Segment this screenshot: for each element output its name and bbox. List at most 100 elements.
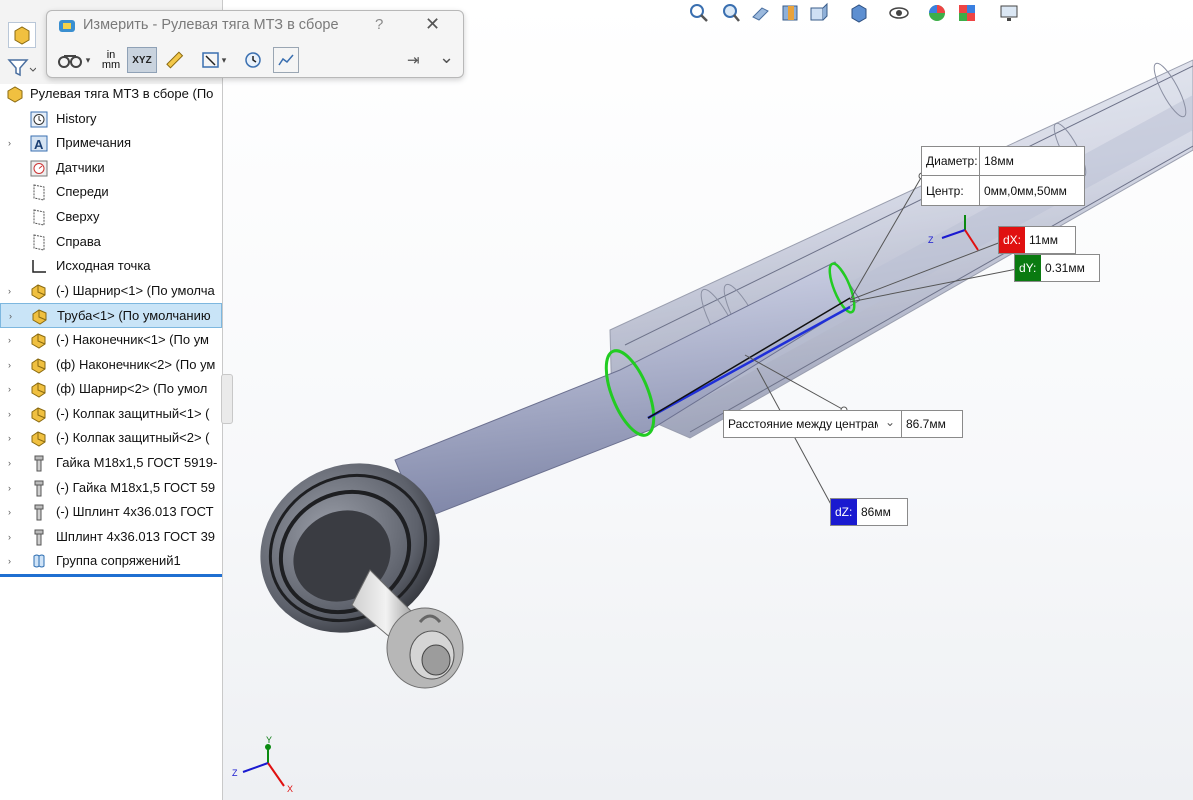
- mates-icon: [33, 554, 45, 568]
- center-value: 0мм,0мм,50мм: [984, 183, 1067, 198]
- tree-item[interactable]: › (-) Наконечник<1> (По ум: [0, 328, 222, 353]
- tree-root-label: Рулевая тяга МТЗ в сборе (По: [30, 86, 214, 101]
- annotations-icon: A: [30, 135, 48, 152]
- measure-history-button[interactable]: [239, 47, 267, 73]
- tree-item-label: Справа: [56, 233, 101, 249]
- tree-item-label: (-) Шплинт 4х36.013 ГОСТ: [56, 504, 214, 520]
- tree-item[interactable]: Датчики: [0, 156, 222, 181]
- feature-manager-tab[interactable]: [8, 22, 36, 48]
- axis-x-label: X: [287, 784, 294, 794]
- section-view-icon[interactable]: [780, 2, 802, 24]
- distance-type-label: Расстояние между центрам: [728, 417, 878, 431]
- expand-arrow-icon[interactable]: ›: [8, 402, 18, 426]
- tree-item-label: Шплинт 4х36.013 ГОСТ 39: [56, 528, 216, 544]
- tree-item[interactable]: › (-) Колпак защитный<1> (: [0, 402, 222, 427]
- svg-text:A: A: [34, 137, 44, 152]
- tree-item-label: (ф) Наконечник<2> (По ум: [56, 356, 216, 372]
- zoom-area-icon[interactable]: [720, 2, 742, 24]
- rod[interactable]: [394, 261, 861, 521]
- expand-icon[interactable]: ⌄: [439, 47, 454, 68]
- expand-arrow-icon[interactable]: ›: [8, 500, 18, 524]
- expand-arrow-icon[interactable]: ›: [8, 451, 18, 475]
- distance-callout: Расстояние между центрам ⌄ 86.7мм: [723, 410, 963, 438]
- tree-item[interactable]: › Группа сопряжений1: [0, 549, 222, 574]
- bolt-icon: [34, 529, 44, 546]
- tree-item-label: Исходная точка: [56, 258, 151, 274]
- tree-end-marker: [0, 574, 222, 577]
- tree-item-label: Примечания: [56, 135, 132, 151]
- scene-icon[interactable]: [956, 2, 978, 24]
- projection-button[interactable]: ▾: [193, 47, 233, 73]
- tree-item[interactable]: › (ф) Наконечник<2> (По ум: [0, 353, 222, 378]
- tree-item[interactable]: › (-) Шплинт 4х36.013 ГОСТ: [0, 500, 222, 525]
- history-icon: [30, 111, 48, 128]
- tree-item-label: (-) Колпак защитный<2> (: [56, 430, 210, 446]
- feature-tree: Рулевая тяга МТЗ в сборе (По History › A Пр…: [0, 82, 222, 574]
- expand-arrow-icon[interactable]: ›: [8, 377, 18, 401]
- plane-icon: [33, 233, 45, 251]
- heads-up-toolbar: [688, 0, 1038, 26]
- appearance-icon[interactable]: [926, 2, 948, 24]
- tree-item[interactable]: › Гайка М18х1,5 ГОСТ 5919-: [0, 451, 222, 476]
- graphics-area[interactable]: Z Y Z X Диаметр: 18мм Центр: 0мм,0мм,50м…: [223, 0, 1193, 800]
- help-button[interactable]: ?: [375, 16, 383, 33]
- dy-value: 0.31мм: [1045, 261, 1085, 275]
- tree-item[interactable]: › Шплинт 4х36.013 ГОСТ 39: [0, 525, 222, 550]
- bolt-icon: [34, 455, 44, 472]
- projection-icon: [201, 52, 219, 68]
- create-sensor-button[interactable]: [273, 47, 299, 73]
- dy-callout: dY: 0.31мм: [1014, 254, 1100, 282]
- tree-item[interactable]: › A Примечания: [0, 131, 222, 156]
- dz-value: 86мм: [861, 505, 891, 519]
- close-button[interactable]: ✕: [425, 14, 440, 35]
- distance-type-select[interactable]: Расстояние между центрам ⌄: [724, 411, 902, 437]
- pin-icon[interactable]: ⇥: [407, 51, 420, 69]
- dy-label: dY:: [1015, 255, 1041, 281]
- point-to-point-button[interactable]: [161, 47, 187, 73]
- tree-item[interactable]: › (ф) Шарнир<2> (По умол: [0, 377, 222, 402]
- tree-item[interactable]: › (-) Гайка М18х1,5 ГОСТ 59: [0, 476, 222, 501]
- xyz-measure-button[interactable]: XYZ: [127, 47, 157, 73]
- part-icon: [32, 309, 47, 325]
- plane-icon: [33, 209, 45, 226]
- tree-item[interactable]: Спереди: [0, 180, 222, 205]
- expand-arrow-icon[interactable]: ›: [8, 131, 18, 155]
- diameter-label: Диаметр:: [922, 147, 980, 176]
- tree-item-label: Гайка М18х1,5 ГОСТ 5919-: [56, 454, 218, 470]
- panel-splitter[interactable]: [221, 374, 233, 424]
- tree-item-label: (ф) Шарнир<2> (По умол: [56, 381, 208, 397]
- previous-view-icon[interactable]: [750, 2, 772, 24]
- filter-icon[interactable]: [6, 56, 36, 78]
- diameter-value: 18мм: [980, 147, 1084, 176]
- center-label: Центр:: [922, 176, 980, 205]
- distance-value: 86.7мм: [906, 417, 946, 431]
- expand-arrow-icon[interactable]: ›: [8, 476, 18, 500]
- dropdown-arrow-icon: ▾: [221, 54, 227, 65]
- expand-arrow-icon[interactable]: ›: [8, 525, 18, 549]
- tree-item[interactable]: Справа: [0, 230, 222, 255]
- model-view[interactable]: Z: [223, 0, 1193, 800]
- tree-item[interactable]: › (-) Колпак защитный<2> (: [0, 426, 222, 451]
- expand-arrow-icon[interactable]: ›: [9, 304, 19, 327]
- expand-arrow-icon[interactable]: ›: [8, 426, 18, 450]
- expand-arrow-icon[interactable]: ›: [8, 353, 18, 377]
- chevron-down-icon: ⌄: [884, 415, 895, 429]
- tree-item[interactable]: Исходная точка: [0, 254, 222, 279]
- arc-circle-options-button[interactable]: ▾: [53, 47, 93, 73]
- units-button[interactable]: in mm: [99, 47, 123, 73]
- part-icon: [31, 284, 46, 300]
- zoom-to-fit-icon[interactable]: [688, 2, 710, 24]
- display-style-icon[interactable]: [848, 2, 870, 24]
- tree-item[interactable]: History: [0, 107, 222, 132]
- tree-item[interactable]: › (-) Шарнир<1> (По умолча: [0, 279, 222, 304]
- tree-item[interactable]: Сверху: [0, 205, 222, 230]
- expand-arrow-icon[interactable]: ›: [8, 549, 18, 573]
- expand-arrow-icon[interactable]: ›: [8, 279, 18, 303]
- expand-arrow-icon[interactable]: ›: [8, 328, 18, 352]
- tree-root[interactable]: Рулевая тяга МТЗ в сборе (По: [0, 82, 222, 107]
- tree-item[interactable]: › Труба<1> (По умолчанию: [0, 303, 222, 328]
- tree-item-label: (-) Шарнир<1> (По умолча: [56, 282, 215, 298]
- hide-show-icon[interactable]: [888, 2, 910, 24]
- view-orientation-icon[interactable]: [808, 2, 830, 24]
- view-settings-icon[interactable]: [998, 2, 1020, 24]
